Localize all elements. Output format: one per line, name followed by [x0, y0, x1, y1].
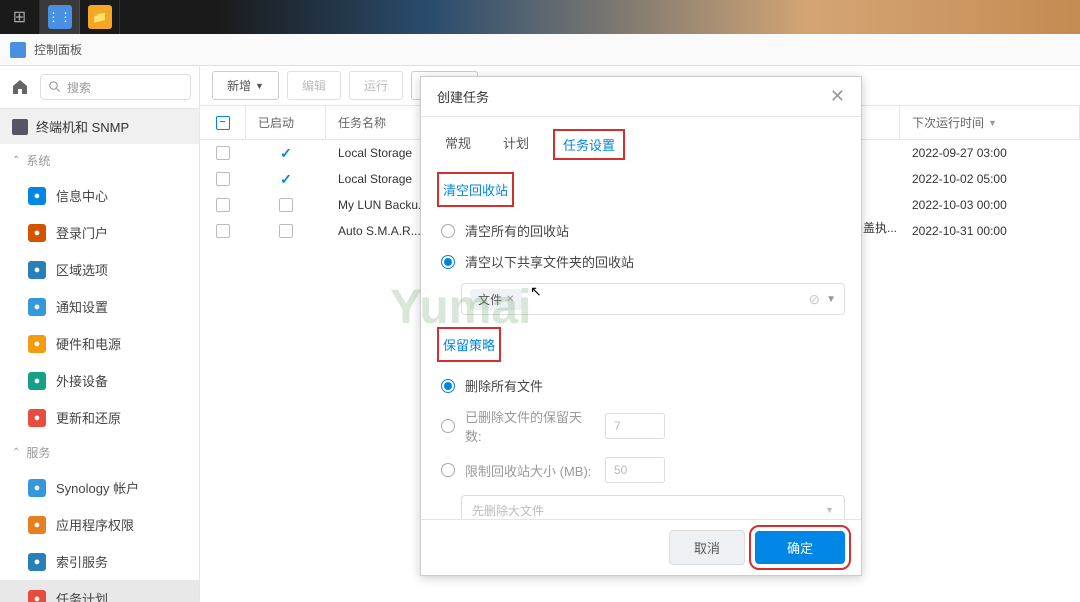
sidebar-icon: ● [28, 590, 46, 602]
modal-header: 创建任务 ✕ [421, 77, 861, 117]
run-button[interactable]: 运行 [349, 71, 403, 100]
sidebar-top-item[interactable]: 终端机和 SNMP [0, 109, 199, 144]
close-icon[interactable]: ✕ [830, 86, 845, 107]
sidebar-group-system[interactable]: ⌃ 系统 [0, 144, 199, 177]
delete-order-dropdown[interactable]: 先删除大文件 ▼ [461, 495, 845, 519]
search-input[interactable]: 搜索 [40, 74, 191, 100]
section-empty-recycle: 清空回收站 [437, 172, 514, 207]
sidebar-icon: ● [28, 553, 46, 571]
col-enabled[interactable]: 已启动 [246, 106, 326, 139]
folder-select[interactable]: 文件 ✕ ⊘ ▼ [461, 283, 845, 315]
tab-settings[interactable]: 任务设置 [553, 129, 625, 160]
taskbar-app-2[interactable]: 📁 [80, 0, 120, 34]
window-icon [10, 42, 26, 58]
chevron-icon: ⌃ [12, 155, 20, 166]
sidebar-item[interactable]: ●应用程序权限 [0, 506, 199, 543]
clear-icon[interactable]: ⊘ [808, 291, 820, 308]
window-title-text: 控制面板 [34, 41, 82, 58]
radio-empty-all[interactable]: 清空所有的回收站 [437, 215, 845, 246]
sidebar: 搜索 终端机和 SNMP ⌃ 系统 ●信息中心●登录门户●区域选项●通知设置●硬… [0, 66, 200, 602]
modal-footer: 取消 确定 [421, 519, 861, 575]
sidebar-item[interactable]: ●更新和还原 [0, 399, 199, 436]
radio-icon [441, 419, 455, 433]
check-icon: ✓ [280, 145, 292, 162]
taskbar-app-1[interactable]: ⋮⋮ [40, 0, 80, 34]
row-checkbox[interactable] [216, 224, 230, 238]
sidebar-icon: ● [28, 224, 46, 242]
modal-title: 创建任务 [437, 87, 489, 106]
days-input[interactable]: 7 [605, 413, 665, 439]
sidebar-item[interactable]: ●任务计划 [0, 580, 199, 602]
sidebar-item[interactable]: ●Synology 帐户 [0, 469, 199, 506]
radio-limit-size[interactable]: 限制回收站大小 (MB): 50 [437, 451, 845, 489]
sidebar-item[interactable]: ●登录门户 [0, 214, 199, 251]
sidebar-item[interactable]: ●信息中心 [0, 177, 199, 214]
home-button[interactable] [8, 75, 32, 99]
unchecked-box [279, 224, 293, 238]
radio-empty-selected[interactable]: 清空以下共享文件夹的回收站 [437, 246, 845, 277]
sidebar-icon: ● [28, 187, 46, 205]
modal-tabs: 常规 计划 任务设置 [421, 117, 861, 160]
row-checkbox[interactable] [216, 198, 230, 212]
radio-icon [441, 224, 455, 238]
sidebar-icon: ● [28, 372, 46, 390]
sidebar-icon: ● [28, 409, 46, 427]
sidebar-group-service[interactable]: ⌃ 服务 [0, 436, 199, 469]
chevron-icon: ⌃ [12, 447, 20, 458]
sidebar-item[interactable]: ●硬件和电源 [0, 325, 199, 362]
radio-keep-days[interactable]: 已删除文件的保留天数: 7 [437, 401, 845, 451]
confirm-button[interactable]: 确定 [755, 531, 845, 564]
section-retention: 保留策略 [437, 327, 501, 362]
truncated-text: 盖执... [863, 219, 897, 236]
window-title-bar: 控制面板 [0, 34, 1080, 66]
create-task-modal: 创建任务 ✕ 常规 计划 任务设置 清空回收站 清空所有的回收站 清空以下共享文… [420, 76, 862, 576]
sidebar-item[interactable]: ●索引服务 [0, 543, 199, 580]
tag-remove-icon[interactable]: ✕ [506, 294, 514, 305]
taskbar-apps[interactable]: ⊞ [0, 0, 40, 34]
row-checkbox[interactable] [216, 146, 230, 160]
col-next[interactable]: 下次运行时间 ▼ [900, 106, 1080, 139]
sidebar-icon: ● [28, 298, 46, 316]
radio-delete-all[interactable]: 删除所有文件 [437, 370, 845, 401]
tag-chip[interactable]: 文件 ✕ [470, 289, 522, 310]
check-icon: ✓ [280, 171, 292, 188]
taskbar: ⊞ ⋮⋮ 📁 [0, 0, 1080, 34]
unchecked-box [279, 198, 293, 212]
cancel-button[interactable]: 取消 [669, 530, 745, 565]
tab-schedule[interactable]: 计划 [495, 129, 537, 160]
sidebar-icon: ● [28, 516, 46, 534]
header-checkbox[interactable]: − [216, 116, 230, 130]
terminal-icon [12, 119, 28, 135]
sidebar-item[interactable]: ●外接设备 [0, 362, 199, 399]
row-checkbox[interactable] [216, 172, 230, 186]
sidebar-item[interactable]: ●区域选项 [0, 251, 199, 288]
sidebar-icon: ● [28, 335, 46, 353]
tab-general[interactable]: 常规 [437, 129, 479, 160]
modal-body: 清空回收站 清空所有的回收站 清空以下共享文件夹的回收站 文件 ✕ ⊘ ▼ 保留… [421, 160, 861, 519]
radio-icon [441, 255, 455, 269]
sidebar-icon: ● [28, 479, 46, 497]
sidebar-item[interactable]: ●通知设置 [0, 288, 199, 325]
radio-icon [441, 379, 455, 393]
chevron-down-icon: ▼ [825, 505, 834, 515]
sidebar-icon: ● [28, 261, 46, 279]
size-input[interactable]: 50 [605, 457, 665, 483]
radio-icon [441, 463, 455, 477]
chevron-down-icon[interactable]: ▼ [826, 294, 836, 305]
edit-button[interactable]: 编辑 [287, 71, 341, 100]
new-button[interactable]: 新增 ▼ [212, 71, 279, 100]
